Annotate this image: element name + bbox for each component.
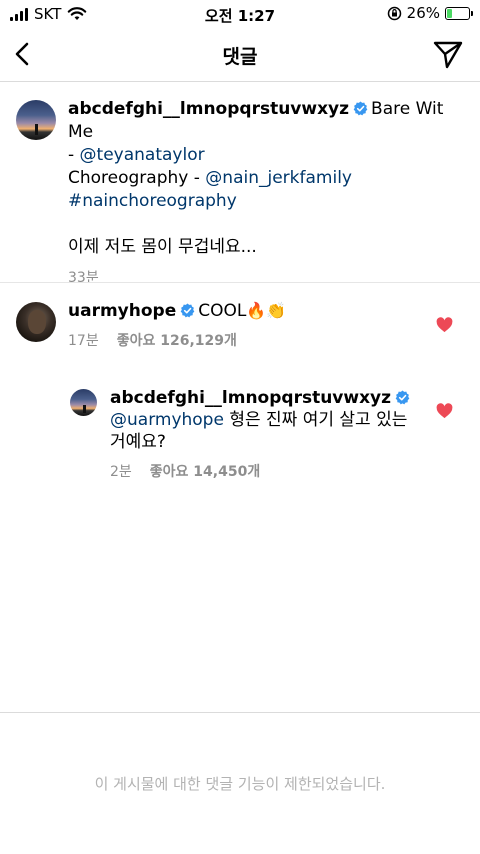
divider [0, 282, 480, 283]
post-caption: abcdefghi__lmnopqrstuvwxyz Bare Wit Me - … [16, 98, 464, 290]
comment-time: 17분 [68, 333, 99, 349]
fire-clap-emoji-icon: 🔥👏 [246, 301, 287, 320]
header: 댓글 [0, 28, 480, 82]
status-bar: SKT 오전 1:27 26% [0, 0, 480, 28]
mention-link[interactable]: @nain_jerkfamily [205, 168, 352, 188]
heart-icon[interactable] [436, 317, 453, 333]
caption-text-2: - [68, 145, 80, 165]
comment-likes[interactable]: 좋아요 14,450개 [150, 461, 260, 481]
caption-username[interactable]: abcdefghi__lmnopqrstuvwxyz [68, 99, 349, 119]
comment-body: uarmyhope COOL🔥👏 17분 좋아요 126,129개 [68, 300, 464, 350]
battery-percent: 26% [406, 4, 440, 22]
caption-text: abcdefghi__lmnopqrstuvwxyz Bare Wit Me - … [68, 98, 464, 290]
avatar[interactable] [16, 302, 56, 342]
status-right: 26% [387, 4, 473, 22]
mention-link[interactable]: @teyanataylor [80, 145, 205, 165]
mention-link[interactable]: @uarmyhope [110, 410, 224, 430]
avatar[interactable] [16, 100, 56, 140]
page-title: 댓글 [222, 46, 258, 68]
caption-time: 33분 [68, 270, 99, 286]
footer-divider [0, 712, 480, 713]
comment-body: abcdefghi__lmnopqrstuvwxyz @uarmyhope 형은… [110, 387, 420, 481]
comment-username[interactable]: abcdefghi__lmnopqrstuvwxyz [110, 388, 391, 408]
caption-text-4: 이제 저도 몸이 무겁네요... [68, 237, 257, 257]
reply-comment: abcdefghi__lmnopqrstuvwxyz @uarmyhope 형은… [70, 387, 420, 481]
comments-restricted-notice: 이 게시물에 대한 댓글 기능이 제한되었습니다. [94, 775, 386, 793]
paper-plane-icon[interactable] [432, 38, 464, 70]
battery-icon [445, 6, 473, 20]
chevron-left-icon[interactable] [8, 38, 40, 70]
verified-badge-icon [353, 101, 368, 116]
avatar[interactable] [70, 389, 97, 416]
comment: uarmyhope COOL🔥👏 17분 좋아요 126,129개 [16, 300, 464, 350]
verified-badge-icon [180, 303, 195, 318]
orientation-lock-icon [387, 6, 401, 20]
comment-username[interactable]: uarmyhope [68, 301, 176, 321]
hashtag-link[interactable]: #nainchoreography [68, 191, 237, 211]
heart-icon[interactable] [436, 403, 453, 419]
comment-text: COOL [198, 301, 247, 321]
caption-text-3: Choreography - [68, 168, 206, 188]
comment-time: 2분 [110, 464, 132, 480]
comment-likes[interactable]: 좋아요 126,129개 [117, 330, 237, 350]
verified-badge-icon [395, 390, 410, 405]
